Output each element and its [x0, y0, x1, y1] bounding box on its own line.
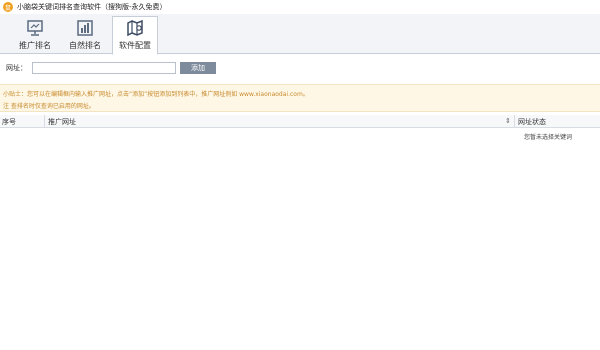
url-input[interactable] [32, 62, 176, 74]
column-divider[interactable] [514, 115, 515, 128]
url-form: 网址： 添加 [0, 60, 600, 76]
app-logo-icon: 鼠 [3, 2, 13, 12]
add-button[interactable]: 添加 [180, 62, 216, 74]
tips-panel: 小贴士：您可以在编辑框内输入推广网址，点击“添加”按钮添加到列表中，推广网址例如… [0, 84, 600, 112]
empty-message: 您暂未选择关键词 [524, 134, 573, 141]
window-title: 小脑袋关键词排名查询软件（搜狗版-永久免费） [17, 3, 167, 11]
tab-software-config[interactable]: 软件配置 [112, 16, 158, 55]
column-header-seq[interactable]: 序号 [2, 117, 16, 127]
tab-promo-ranking[interactable]: 推广排名 [12, 16, 58, 54]
column-divider[interactable] [44, 115, 45, 128]
tab-bar: 推广排名 自然排名 软件配置 [0, 14, 600, 55]
column-header-status[interactable]: 网址状态 [518, 117, 546, 127]
url-table: 序号 推广网址 ⇕ 网址状态 您暂未选择关键词 [0, 115, 600, 350]
tab-natural-ranking[interactable]: 自然排名 [62, 16, 108, 54]
tab-label: 推广排名 [19, 41, 51, 50]
monitor-chart-icon [27, 20, 43, 36]
bar-chart-icon [77, 20, 93, 36]
table-header: 序号 推广网址 ⇕ 网址状态 [0, 115, 600, 128]
column-header-url[interactable]: 推广网址 [48, 117, 76, 127]
sort-icon[interactable]: ⇕ [505, 117, 511, 125]
tab-label: 软件配置 [119, 41, 151, 50]
tab-label: 自然排名 [69, 41, 101, 50]
map-config-icon [127, 19, 143, 37]
note-text: 注 查排名时仅查询已启用的网址。 [3, 103, 95, 110]
title-bar: 鼠 小脑袋关键词排名查询软件（搜狗版-永久免费） [0, 0, 600, 14]
url-label: 网址： [6, 64, 27, 72]
tip-text: 小贴士：您可以在编辑框内输入推广网址，点击“添加”按钮添加到列表中，推广网址例如… [3, 91, 309, 98]
